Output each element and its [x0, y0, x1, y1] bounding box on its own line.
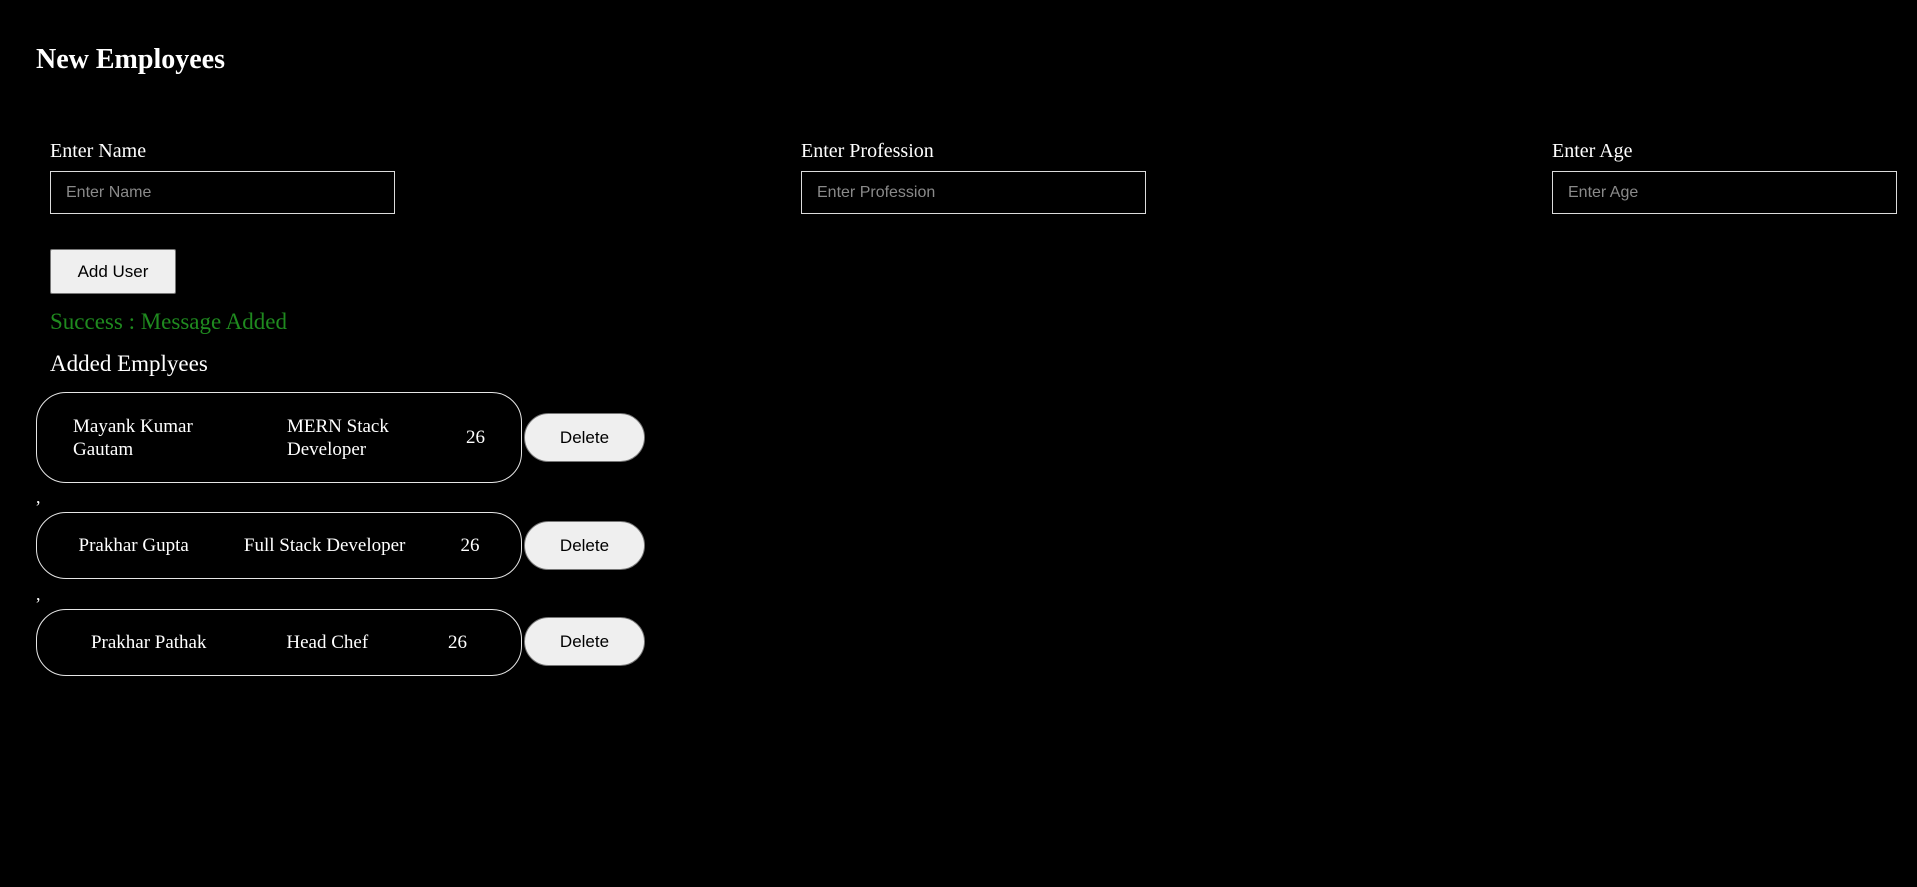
age-label: Enter Age	[1552, 140, 1633, 162]
page: New Employees Enter Name Enter Professio…	[0, 0, 1917, 887]
add-user-button[interactable]: Add User	[50, 249, 176, 294]
employee-profession: Head Chef	[286, 632, 369, 653]
employee-age: 26	[466, 427, 485, 448]
page-title: New Employees	[36, 44, 225, 75]
employee-card: Prakhar Pathak Head Chef 26	[36, 609, 522, 676]
delete-button[interactable]: Delete	[524, 413, 645, 462]
name-input[interactable]	[50, 171, 395, 214]
name-field-group: Enter Name	[50, 138, 396, 214]
age-field-group: Enter Age	[1552, 138, 1898, 214]
employee-card: Mayank Kumar Gautam MERN Stack Developer…	[36, 392, 522, 483]
employee-card: Prakhar Gupta Full Stack Developer 26	[36, 512, 522, 579]
status-message: Success : Message Added	[50, 309, 287, 334]
delete-button[interactable]: Delete	[524, 617, 645, 666]
employee-name: Prakhar Pathak	[90, 632, 207, 653]
employee-age: 26	[448, 632, 468, 653]
delete-button[interactable]: Delete	[524, 521, 645, 570]
list-separator: ,	[36, 584, 41, 604]
employee-profession: MERN Stack Developer	[287, 415, 389, 460]
list-separator: ,	[36, 487, 41, 507]
employees-heading: Added Emplyees	[50, 351, 208, 376]
age-input[interactable]	[1552, 171, 1897, 214]
employee-name: Prakhar Gupta	[78, 535, 189, 556]
employee-profession: Full Stack Developer	[243, 535, 406, 556]
profession-label: Enter Profession	[801, 140, 934, 162]
name-label: Enter Name	[50, 140, 147, 162]
employee-age: 26	[460, 535, 480, 556]
profession-field-group: Enter Profession	[801, 138, 1147, 214]
profession-input[interactable]	[801, 171, 1146, 214]
employee-name: Mayank Kumar Gautam	[73, 415, 193, 460]
